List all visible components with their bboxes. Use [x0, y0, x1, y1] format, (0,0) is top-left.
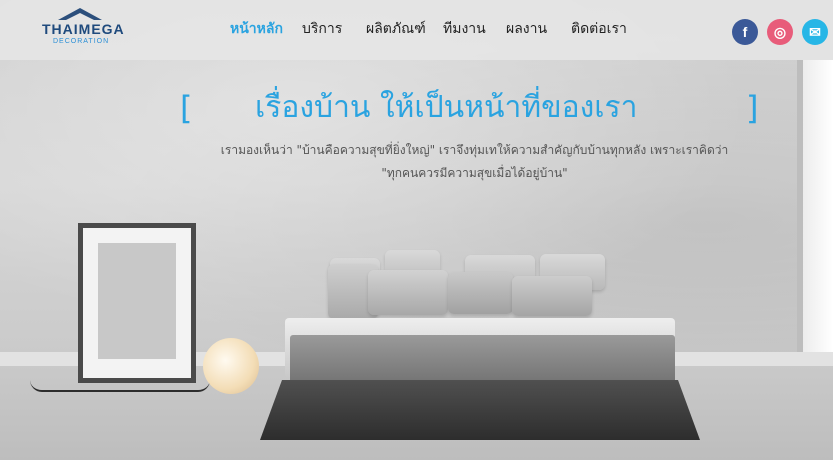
nav-home[interactable]: หน้าหลัก: [230, 18, 283, 40]
pillow: [448, 272, 513, 314]
nav-team[interactable]: ทีมงาน: [443, 18, 486, 40]
bed-base: [260, 380, 700, 440]
pillow: [512, 276, 592, 316]
top-navbar: THAIMEGA DECORATION หน้าหลัก บริการ ผลิต…: [0, 0, 833, 60]
facebook-icon[interactable]: f: [732, 19, 758, 45]
hero-headline: [ เรื่องบ้าน ให้เป็นหน้าที่ของเรา ]: [0, 84, 833, 134]
globe-lamp: [203, 338, 259, 394]
nav-portfolio[interactable]: ผลงาน: [506, 18, 547, 40]
page: THAIMEGA DECORATION หน้าหลัก บริการ ผลิต…: [0, 0, 833, 460]
frame-art: [98, 243, 176, 359]
picture-frame: [78, 223, 196, 383]
mail-icon[interactable]: ✉: [802, 19, 828, 45]
hero-tagline-line-2: "ทุกคนควรมีความสุขเมื่อได้อยู่บ้าน": [381, 166, 568, 180]
main-nav: หน้าหลัก บริการ ผลิตภัณฑ์ ทีมงาน ผลงาน ต…: [0, 18, 833, 40]
bracket-open: [: [180, 89, 193, 127]
bed-image: [260, 250, 700, 455]
hero-tagline-line-1: เรามองเห็นว่า "บ้านคือความสุขที่ยิ่งใหญ่…: [220, 143, 729, 157]
nav-services[interactable]: บริการ: [302, 18, 342, 40]
bracket-close: ]: [746, 89, 759, 127]
hero-title: เรื่องบ้าน ให้เป็นหน้าที่ของเรา: [255, 90, 638, 125]
nav-contact[interactable]: ติดต่อเรา: [571, 18, 627, 40]
nav-products[interactable]: ผลิตภัณฑ์: [366, 18, 426, 40]
instagram-icon[interactable]: ◎: [767, 19, 793, 45]
pillow: [368, 270, 448, 315]
